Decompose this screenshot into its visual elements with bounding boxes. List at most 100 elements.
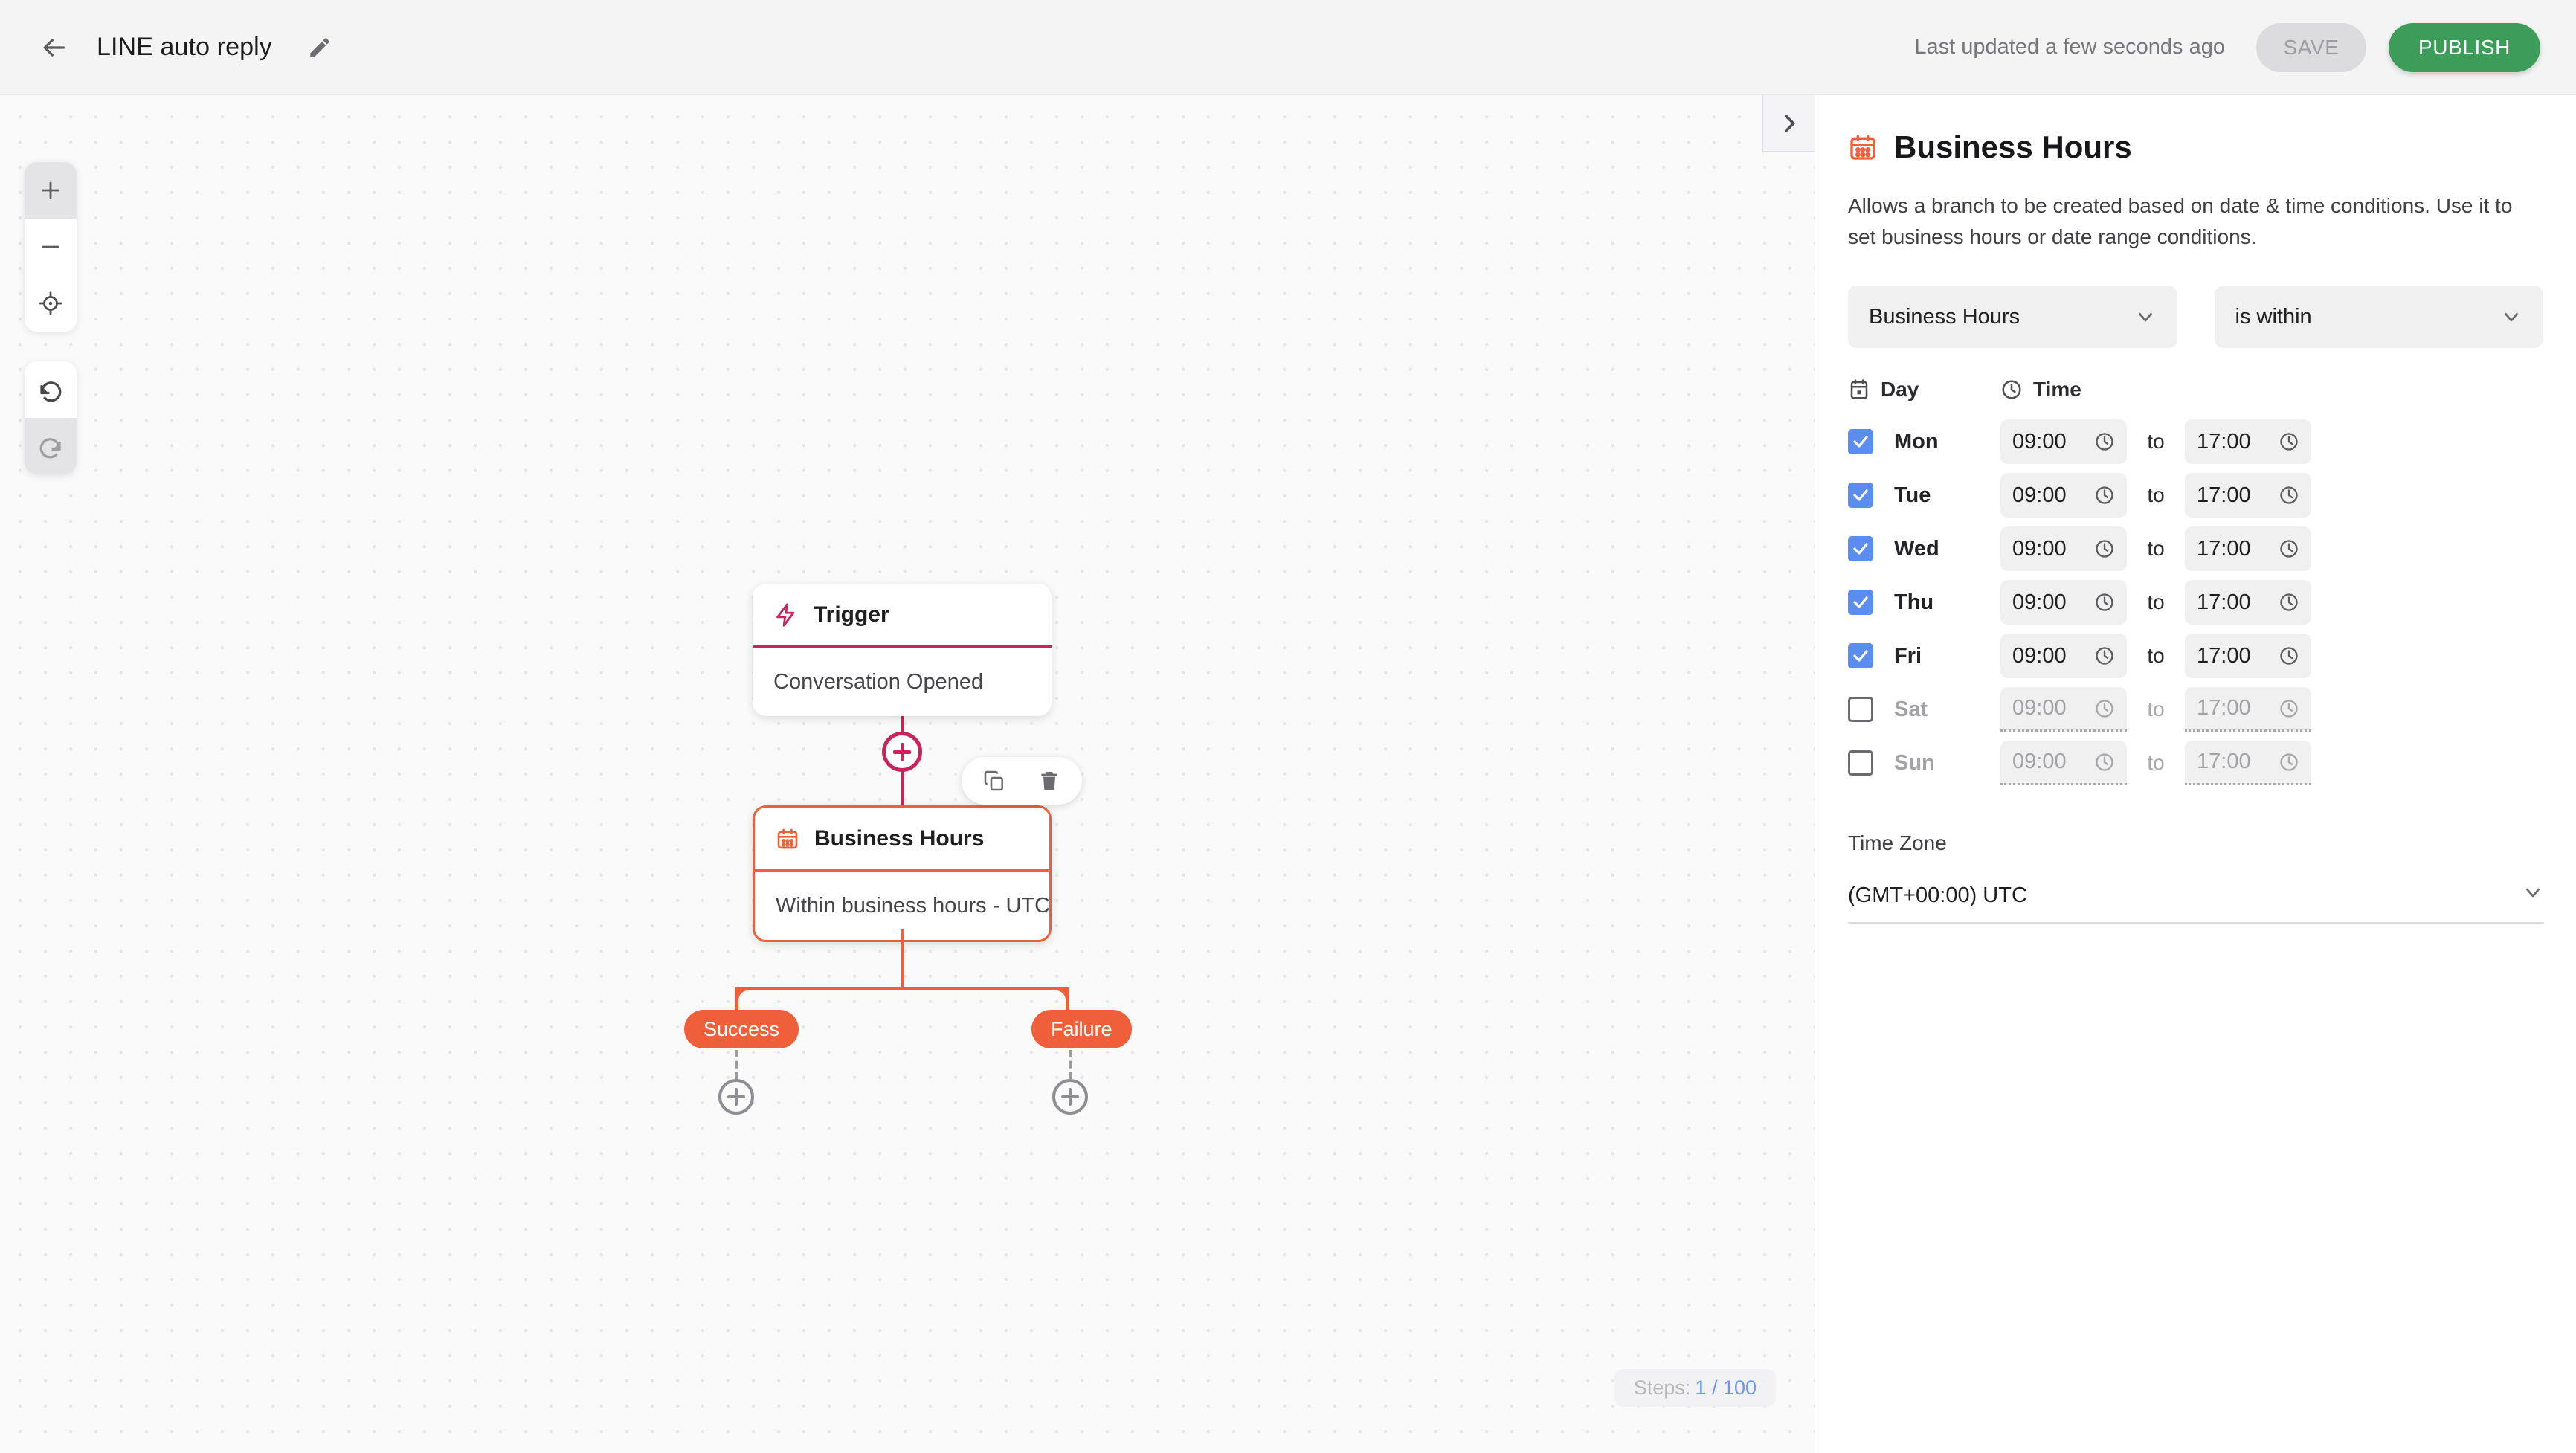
schedule-row-sun: Sun 09:00 to 17:00 xyxy=(1848,736,2543,790)
add-step-button-success[interactable] xyxy=(718,1079,754,1115)
time-to-value: 17:00 xyxy=(2197,643,2251,668)
flow-canvas[interactable]: Trigger Conversation Opened Business Hou… xyxy=(0,95,1815,1453)
trash-icon xyxy=(1041,772,1057,790)
time-to-value: 17:00 xyxy=(2197,590,2251,614)
copy-icon xyxy=(984,770,1003,791)
clock-icon xyxy=(2096,486,2113,504)
steps-counter-value: 1 / 100 xyxy=(1695,1376,1756,1399)
lightning-bolt-icon xyxy=(776,602,795,627)
publish-button[interactable]: PUBLISH xyxy=(2388,22,2540,72)
clock-icon xyxy=(2279,485,2299,506)
condition-type-select[interactable]: Business Hours xyxy=(1848,286,2177,348)
steps-counter-label: Steps: xyxy=(1633,1376,1691,1399)
edit-title-button[interactable] xyxy=(302,30,338,65)
panel-title: Business Hours xyxy=(1894,129,2132,164)
to-separator: to xyxy=(2147,751,2165,774)
clock-icon xyxy=(2280,699,2298,718)
branch-label-success[interactable]: Success xyxy=(684,1010,799,1048)
day-label-wed: Wed xyxy=(1894,536,1939,561)
save-button[interactable]: SAVE xyxy=(2255,22,2366,72)
day-checkbox-mon[interactable] xyxy=(1848,429,1873,454)
condition-operator-select[interactable]: is within xyxy=(2214,286,2543,348)
time-to-input-sat: 17:00 xyxy=(2185,687,2311,732)
time-to-input-fri[interactable]: 17:00 xyxy=(2185,634,2311,678)
clock-icon xyxy=(2280,540,2298,558)
clock-icon xyxy=(2279,431,2299,452)
clock-icon xyxy=(2280,753,2298,771)
to-separator: to xyxy=(2147,590,2165,613)
clock-icon xyxy=(2279,538,2299,559)
time-to-input-thu[interactable]: 17:00 xyxy=(2185,580,2311,625)
back-button[interactable] xyxy=(33,27,74,68)
flow-node-business-hours[interactable]: Business Hours Within business hours - U… xyxy=(753,805,1052,942)
clock-icon xyxy=(2279,698,2299,719)
time-to-value: 17:00 xyxy=(2197,750,2251,773)
top-bar: LINE auto reply Last updated a few secon… xyxy=(0,0,2576,95)
panel-header: Business Hours xyxy=(1848,129,2543,165)
day-checkbox-fri[interactable] xyxy=(1848,643,1873,668)
to-separator: to xyxy=(2147,537,2165,560)
time-to-input-sun: 17:00 xyxy=(2185,741,2311,785)
schedule-row-fri: Fri 09:00 to 17:00 xyxy=(1848,629,2543,683)
time-from-value: 09:00 xyxy=(2012,483,2067,507)
clock-icon xyxy=(2280,647,2298,665)
time-from-input-sun: 09:00 xyxy=(2000,741,2127,785)
time-from-input-thu[interactable]: 09:00 xyxy=(2000,580,2127,625)
branch-label-failure[interactable]: Failure xyxy=(1031,1010,1132,1048)
clock-icon xyxy=(2002,380,2021,399)
clock-icon xyxy=(2096,540,2113,558)
condition-row: Business Hours is within xyxy=(1848,286,2543,348)
time-to-value: 17:00 xyxy=(2197,483,2251,507)
column-header-day-label: Day xyxy=(1881,378,1919,401)
calendar-icon xyxy=(1850,135,1875,160)
flow-graph: Trigger Conversation Opened Business Hou… xyxy=(0,95,1815,1453)
schedule-row-thu: Thu 09:00 to 17:00 xyxy=(1848,576,2543,629)
clock-icon xyxy=(2094,485,2115,506)
chevron-down-icon xyxy=(2500,306,2522,328)
day-checkbox-sun[interactable] xyxy=(1848,750,1873,776)
day-checkbox-wed[interactable] xyxy=(1848,536,1873,561)
time-from-value: 09:00 xyxy=(2012,696,2067,720)
to-separator: to xyxy=(2147,697,2165,721)
day-checkbox-thu[interactable] xyxy=(1848,590,1873,615)
clock-icon xyxy=(2094,645,2115,666)
time-from-input-mon[interactable]: 09:00 xyxy=(2000,419,2127,464)
add-step-button-failure[interactable] xyxy=(1052,1079,1088,1115)
day-label-fri: Fri xyxy=(1894,643,1922,668)
topbar-actions: Last updated a few seconds ago SAVE PUBL… xyxy=(1914,22,2540,72)
add-step-button-inline[interactable] xyxy=(882,732,922,772)
steps-counter: Steps: 1 / 100 xyxy=(1614,1369,1776,1407)
time-from-value: 09:00 xyxy=(2012,590,2067,614)
time-from-value: 09:00 xyxy=(2012,750,2067,773)
clock-icon xyxy=(2096,647,2113,665)
business-hours-node-title: Business Hours xyxy=(814,825,985,851)
chevron-down-icon xyxy=(2134,306,2157,328)
flow-node-trigger[interactable]: Trigger Conversation Opened xyxy=(753,584,1052,716)
check-icon xyxy=(1853,650,1868,662)
calendar-icon xyxy=(777,828,798,848)
timezone-select[interactable]: (GMT+00:00) UTC xyxy=(1848,869,2544,924)
clock-icon xyxy=(2279,592,2299,613)
day-label-sat: Sat xyxy=(1894,697,1928,721)
chevron-down-icon xyxy=(2522,881,2544,909)
condition-type-value: Business Hours xyxy=(1869,304,2020,329)
time-to-value: 17:00 xyxy=(2197,536,2251,561)
check-icon xyxy=(1853,489,1868,501)
time-to-input-mon[interactable]: 17:00 xyxy=(2185,419,2311,464)
time-to-input-tue[interactable]: 17:00 xyxy=(2185,473,2311,518)
time-from-input-wed[interactable]: 09:00 xyxy=(2000,526,2127,571)
day-checkbox-tue[interactable] xyxy=(1848,483,1873,508)
to-separator: to xyxy=(2147,483,2165,506)
schedule-row-sat: Sat 09:00 to 17:00 xyxy=(1848,683,2543,736)
business-hours-node-header: Business Hours xyxy=(755,808,1049,872)
time-to-input-wed[interactable]: 17:00 xyxy=(2185,526,2311,571)
day-label-mon: Mon xyxy=(1894,429,1939,454)
delete-node-button[interactable] xyxy=(1033,764,1066,797)
time-from-input-tue[interactable]: 09:00 xyxy=(2000,473,2127,518)
day-checkbox-sat[interactable] xyxy=(1848,697,1873,722)
to-separator: to xyxy=(2147,644,2165,667)
column-header-time-label: Time xyxy=(2033,378,2081,401)
duplicate-node-button[interactable] xyxy=(978,764,1011,797)
clock-icon xyxy=(2280,593,2298,611)
time-from-input-fri[interactable]: 09:00 xyxy=(2000,634,2127,678)
